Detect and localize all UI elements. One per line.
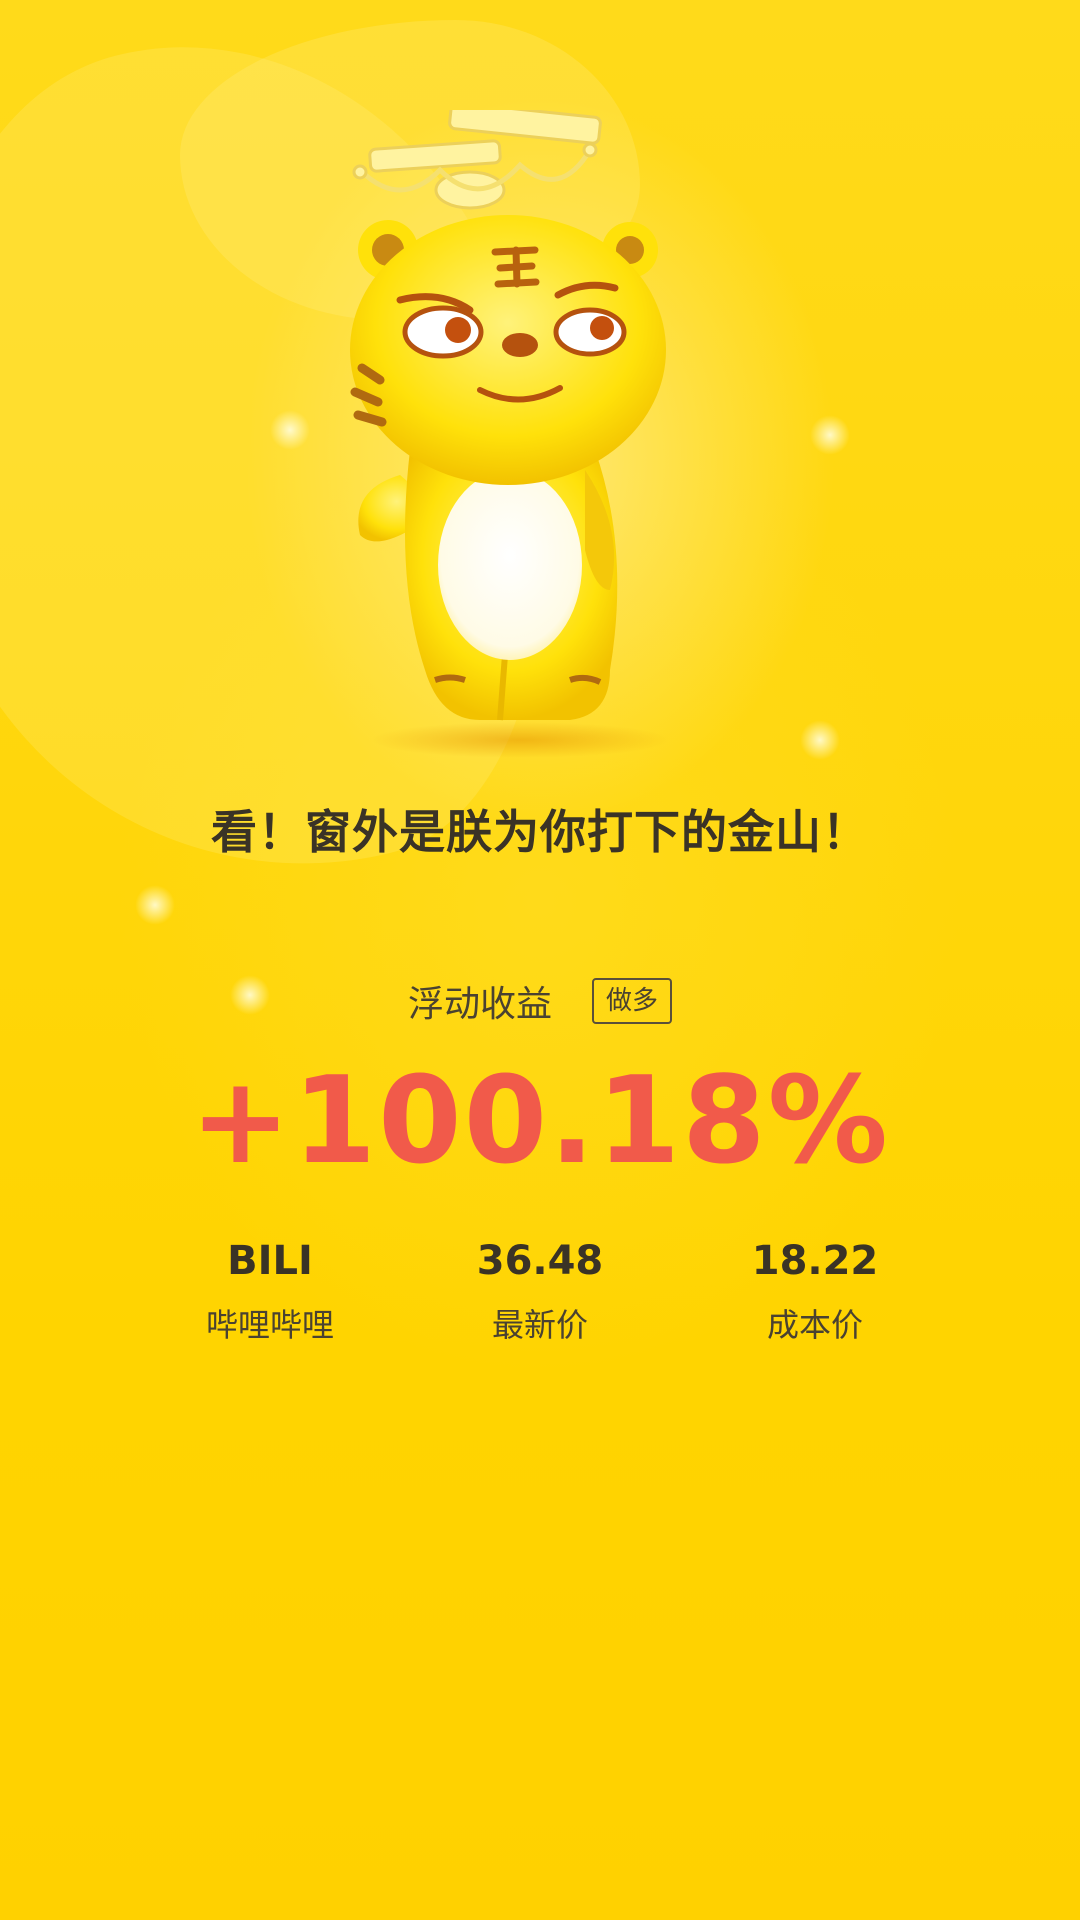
cost-price-label: 成本价 (766, 1306, 863, 1344)
stock-symbol-stat: BILI 哔哩哔哩 (160, 1238, 380, 1346)
latest-price-value: 36.48 (476, 1238, 604, 1284)
cost-price-stat: 18.22 成本价 (705, 1238, 925, 1346)
position-direction-badge: 做多 (592, 978, 673, 1024)
stock-name: 哔哩哔哩 (205, 1306, 334, 1344)
floating-pnl-row: 浮动收益 做多 (0, 975, 1080, 1027)
headline: 看！窗外是朕为你打下的金山！ (211, 805, 869, 859)
floating-pnl-label: 浮动收益 (407, 984, 552, 1025)
sparkle (810, 415, 850, 455)
stock-symbol: BILI (227, 1238, 313, 1284)
floating-pnl-value: +100.18% (190, 1052, 890, 1191)
stock-stats: BILI 哔哩哔哩 36.48 最新价 18.22 成本价 (0, 1238, 1080, 1358)
latest-price-label: 最新价 (491, 1306, 588, 1344)
latest-price-stat: 36.48 最新价 (430, 1238, 650, 1346)
sparkle (135, 885, 175, 925)
tiger-mascot-icon (350, 110, 670, 758)
sparkle (800, 720, 840, 760)
cost-price-value: 18.22 (751, 1238, 879, 1284)
sparkle (270, 410, 310, 450)
